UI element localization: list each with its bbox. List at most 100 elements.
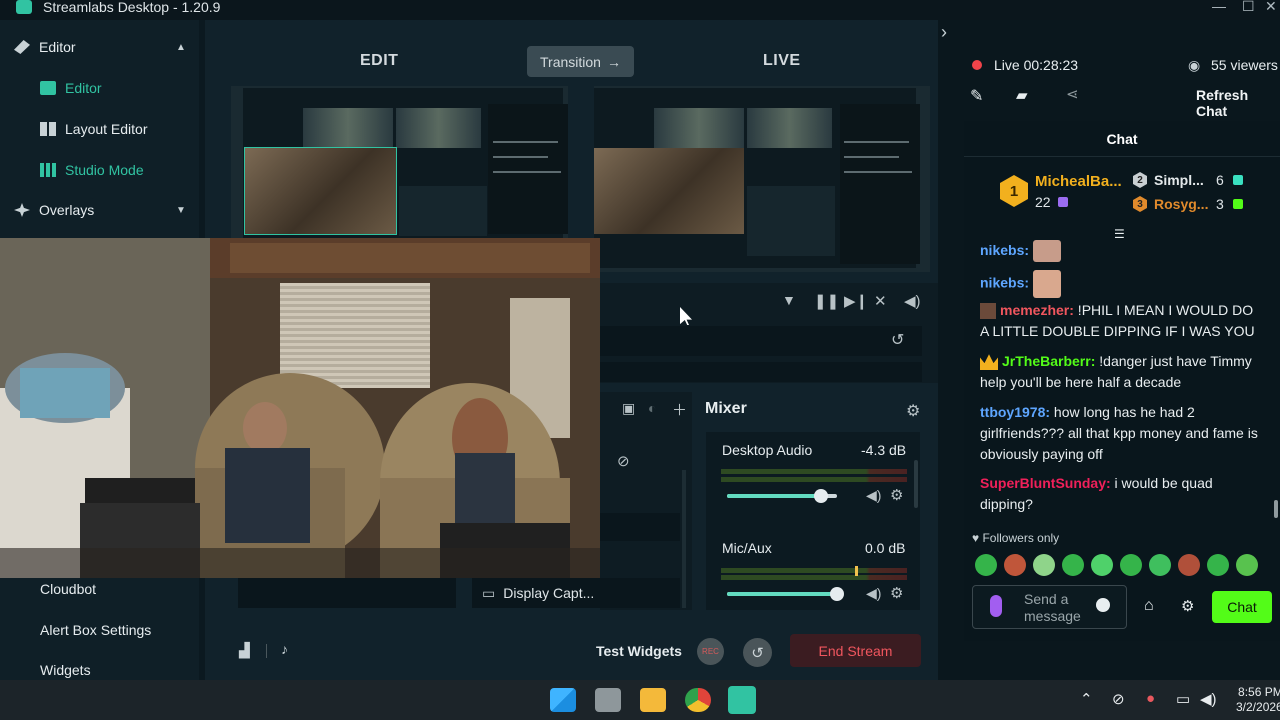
chat-settings-gear-icon[interactable]: ⚙: [1181, 597, 1194, 615]
camera-off-icon[interactable]: ⊘: [1112, 690, 1125, 708]
mute-alerts-icon[interactable]: ✕: [874, 292, 887, 310]
chat-username[interactable]: ttboy1978:: [980, 404, 1050, 420]
pause-icon[interactable]: ❚❚: [814, 292, 839, 310]
folder-icon[interactable]: ▣: [622, 400, 635, 417]
emote-picker-item[interactable]: [1149, 554, 1171, 576]
end-stream-button[interactable]: End Stream: [790, 634, 921, 667]
emote-picker-item[interactable]: [1120, 554, 1142, 576]
sidebar-item-studio-mode[interactable]: Studio Mode: [0, 152, 205, 188]
edit-stream-info-icon[interactable]: ✎: [970, 86, 983, 106]
network-icon[interactable]: ▭: [1176, 690, 1190, 708]
sidebar-item-label: Studio Mode: [65, 162, 144, 178]
microphone-tray-icon[interactable]: ●: [1146, 690, 1155, 707]
source-display-capture[interactable]: ▭ Display Capt...: [472, 578, 680, 608]
maximize-button[interactable]: ☐: [1242, 0, 1255, 15]
volume-tray-icon[interactable]: ◀): [1200, 690, 1217, 708]
rec-button[interactable]: REC: [697, 638, 724, 665]
streamlabs-taskbar-icon[interactable]: [728, 686, 756, 714]
emote-picker-item[interactable]: [1178, 554, 1200, 576]
notification-bell-icon[interactable]: ♪: [281, 641, 288, 657]
window-title: Streamlabs Desktop - 1.20.9: [43, 0, 221, 15]
chat-username[interactable]: JrTheBarberr:: [1002, 353, 1095, 369]
emote-picker-item[interactable]: [1004, 554, 1026, 576]
refresh-chat-button[interactable]: Refresh Chat: [1196, 87, 1280, 119]
performance-stats-icon[interactable]: ▟: [239, 642, 250, 659]
chat-message: nikebs:: [980, 240, 1260, 263]
source-label: Display Capt...: [503, 585, 595, 601]
minimize-button[interactable]: —: [1212, 0, 1226, 14]
store-icon[interactable]: ⌂: [1144, 597, 1154, 615]
emote-picker-item[interactable]: [1236, 554, 1258, 576]
chat-username[interactable]: nikebs:: [980, 275, 1029, 291]
source-group-icon[interactable]: ◐: [648, 400, 656, 416]
emote-picker-item[interactable]: [1033, 554, 1055, 576]
refresh-icon[interactable]: ↺: [891, 330, 904, 350]
send-chat-button[interactable]: Chat: [1212, 591, 1272, 623]
file-explorer-icon[interactable]: [640, 688, 666, 712]
filter-icon[interactable]: ▼: [782, 292, 796, 308]
live-label: LIVE: [763, 52, 801, 69]
chat-username[interactable]: memezher:: [1000, 302, 1074, 318]
chat-scrollbar-thumb[interactable]: [1274, 500, 1278, 518]
emote-picker-item[interactable]: [975, 554, 997, 576]
volume-icon[interactable]: ◀): [904, 292, 921, 310]
scene-row[interactable]: [600, 362, 922, 382]
close-button[interactable]: ✕: [1265, 0, 1277, 15]
sidebar-item-alert-box-settings[interactable]: Alert Box Settings: [0, 612, 205, 648]
add-source-icon[interactable]: ＋: [672, 399, 687, 420]
leader-1-name[interactable]: MichealBa...: [1035, 173, 1122, 190]
leader-2-name[interactable]: Simpl...: [1154, 172, 1204, 188]
chrome-icon[interactable]: [685, 688, 711, 712]
sidebar-item-editor[interactable]: Editor: [0, 70, 205, 106]
mixer-channel-level: -4.3 dB: [861, 442, 907, 458]
viewer-count: 55 viewers: [1211, 57, 1278, 73]
tray-chevron-up-icon[interactable]: ⌃: [1080, 690, 1093, 708]
preview-nested-chat: [488, 104, 568, 234]
sidebar-item-label: Editor: [65, 80, 102, 96]
channel-gear-icon[interactable]: ⚙: [890, 486, 903, 504]
chevron-down-icon[interactable]: ▼: [176, 205, 186, 216]
hide-source-icon[interactable]: ⊘: [617, 452, 630, 470]
windows-start-icon[interactable]: [550, 688, 576, 712]
preview-nested-thumb: [303, 108, 393, 148]
pencil-icon: [14, 40, 30, 54]
clip-icon[interactable]: ▰: [1016, 86, 1028, 104]
volume-slider-knob[interactable]: [813, 489, 828, 503]
chat-username[interactable]: SuperBluntSunday:: [980, 475, 1111, 491]
sidebar-item-layout-editor[interactable]: Layout Editor: [0, 111, 205, 147]
expand-leaderboard-icon[interactable]: ☰: [1114, 227, 1125, 241]
volume-slider-fill: [727, 592, 837, 596]
microphone-icon[interactable]: [990, 595, 1002, 617]
speaker-icon[interactable]: ◀): [866, 487, 881, 504]
source-row[interactable]: [238, 578, 456, 608]
speaker-icon[interactable]: ◀): [866, 585, 881, 602]
sidebar-item-label: Alert Box Settings: [40, 622, 152, 638]
emote-picker-item[interactable]: [1062, 554, 1084, 576]
skip-icon[interactable]: ▶❙: [844, 292, 868, 310]
emote-image: [1032, 240, 1061, 263]
channel-gear-icon[interactable]: ⚙: [890, 584, 903, 602]
transition-button[interactable]: Transition →: [527, 46, 634, 77]
task-view-icon[interactable]: [595, 688, 621, 712]
emoji-icon[interactable]: [1096, 598, 1110, 612]
emote-picker-item[interactable]: [1091, 554, 1113, 576]
mixer-settings-gear-icon[interactable]: ⚙: [906, 401, 920, 421]
sidebar-item-editor-group[interactable]: Editor ▲: [0, 29, 205, 65]
leader-3-name[interactable]: Rosyg...: [1154, 196, 1208, 212]
volume-slider-knob[interactable]: [830, 587, 844, 601]
chevron-up-icon[interactable]: ▲: [176, 42, 186, 53]
replay-buffer-icon[interactable]: ↺: [743, 638, 772, 667]
source-row[interactable]: [600, 513, 680, 541]
sidebar-item-overlays[interactable]: Overlays ▼: [0, 192, 205, 228]
preview-nested-mixer: [399, 186, 487, 236]
emote-picker-item[interactable]: [1207, 554, 1229, 576]
collapse-dock-icon[interactable]: ›: [941, 22, 947, 43]
placeholder-line: message: [1024, 608, 1081, 624]
test-widgets-label[interactable]: Test Widgets: [596, 643, 682, 659]
scene-row[interactable]: [600, 326, 922, 356]
chat-username[interactable]: nikebs:: [980, 242, 1029, 258]
mixer-scrollbar[interactable]: [914, 460, 918, 508]
share-icon[interactable]: ⋖: [1066, 85, 1079, 103]
taskbar-clock[interactable]: 8:56 PM 3/2/2026: [1236, 685, 1280, 715]
sources-scrollbar[interactable]: [682, 470, 686, 608]
